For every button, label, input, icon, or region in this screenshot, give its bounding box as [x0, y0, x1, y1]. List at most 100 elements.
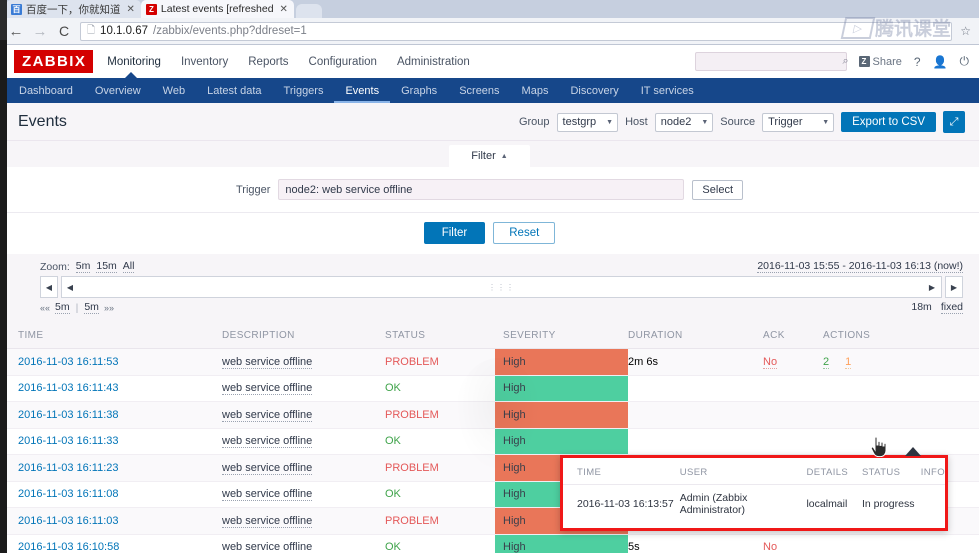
nav-administration[interactable]: Administration — [397, 47, 470, 77]
subnav-screens[interactable]: Screens — [448, 78, 510, 103]
scroll-right-button[interactable]: ▶ — [945, 276, 963, 298]
action-count-link[interactable]: 2 — [823, 355, 830, 369]
event-time-link[interactable]: 2016-11-03 16:11:53 — [18, 356, 119, 368]
event-time-link[interactable]: 2016-11-03 16:10:58 — [18, 541, 119, 553]
subnav-events[interactable]: Events — [334, 78, 390, 103]
new-tab-button[interactable] — [295, 4, 322, 18]
column-header-ack[interactable]: ACK — [763, 322, 823, 349]
search-icon[interactable]: ⌕ — [843, 55, 849, 68]
fullscreen-icon[interactable]: ⤢ — [943, 111, 965, 133]
subnav-it-services[interactable]: IT services — [630, 78, 705, 103]
help-icon[interactable]: ? — [914, 55, 921, 69]
zabbix-logo[interactable]: ZABBIX — [14, 50, 94, 73]
cell-time: 2016-11-03 16:11:53 — [0, 348, 222, 376]
subnav-web[interactable]: Web — [152, 78, 196, 103]
step-forward-arrows[interactable]: »» — [104, 303, 114, 313]
event-time-link[interactable]: 2016-11-03 16:11:38 — [18, 409, 119, 421]
ack-link[interactable]: No — [763, 541, 778, 553]
power-icon[interactable]: ⏻ — [960, 54, 970, 69]
subnav-dashboard[interactable]: Dashboard — [8, 78, 84, 103]
select-trigger-button[interactable]: Select — [692, 179, 743, 200]
scroll-left-button[interactable]: ◀ — [40, 276, 58, 298]
subnav-latest-data[interactable]: Latest data — [196, 78, 272, 103]
tab-close-icon[interactable]: ✕ — [280, 4, 288, 15]
browser-tab-zabbix[interactable]: Z Latest events [refreshed ✕ — [140, 0, 294, 18]
popup-column-details: DETAILS — [806, 460, 862, 485]
subnav-triggers[interactable]: Triggers — [273, 78, 335, 103]
nav-inventory[interactable]: Inventory — [181, 47, 228, 77]
column-header-actions[interactable]: ACTIONS — [823, 322, 979, 349]
tab-close-icon[interactable]: ✕ — [127, 4, 135, 15]
column-header-time[interactable]: TIME — [0, 322, 222, 349]
share-button[interactable]: Z Share — [858, 56, 902, 68]
page-info-icon[interactable]: 🗋 — [87, 23, 95, 40]
severity-badge: High — [495, 402, 628, 428]
export-to-csv-button[interactable]: Export to CSV — [841, 112, 936, 132]
cell-time: 2016-11-03 16:11:23 — [0, 454, 222, 482]
column-header-duration[interactable]: DURATION — [628, 322, 763, 349]
zoom-5m-link[interactable]: 5m — [75, 260, 91, 273]
cell-duration — [628, 375, 763, 402]
action-popup-header-row: TIME USER DETAILS STATUS INFO — [563, 460, 945, 485]
slider-grip-icon[interactable]: ⋮⋮⋮ — [488, 283, 515, 292]
filter-reset-button[interactable]: Reset — [493, 222, 556, 244]
bookmark-star-icon[interactable]: ☆ — [960, 24, 971, 38]
filter-tab[interactable]: Filter ▲ — [449, 145, 530, 167]
subnav-graphs[interactable]: Graphs — [390, 78, 448, 103]
zoom-15m-link[interactable]: 15m — [96, 260, 117, 273]
event-description-link[interactable]: web service offline — [222, 514, 313, 528]
time-scrollbar[interactable]: ◀ ◀ ⋮⋮⋮ ▶ ▶ — [40, 276, 963, 298]
ack-link[interactable]: No — [763, 355, 778, 369]
subnav-discovery[interactable]: Discovery — [559, 78, 629, 103]
back-icon[interactable]: ← — [8, 24, 24, 39]
user-icon[interactable]: 👤 — [933, 55, 948, 69]
event-description-link[interactable]: web service offline — [222, 435, 313, 449]
event-time-link[interactable]: 2016-11-03 16:11:23 — [18, 462, 119, 474]
group-select[interactable]: testgrp ▼ — [556, 112, 619, 132]
action-count-link[interactable]: 1 — [845, 355, 852, 369]
time-range-text[interactable]: 2016-11-03 15:55 - 2016-11-03 16:13 (now… — [757, 260, 963, 273]
column-header-severity[interactable]: SEVERITY — [495, 322, 628, 349]
cell-severity: High — [495, 375, 628, 402]
source-select[interactable]: Trigger ▼ — [762, 112, 835, 132]
search-input[interactable] — [700, 55, 843, 68]
event-time-link[interactable]: 2016-11-03 16:11:43 — [18, 382, 119, 394]
nav-configuration[interactable]: Configuration — [309, 47, 377, 77]
event-description-link[interactable]: web service offline — [222, 408, 313, 422]
event-description-link[interactable]: web service offline — [222, 382, 313, 396]
column-header-status[interactable]: STATUS — [385, 322, 495, 349]
event-description-link[interactable]: web service offline — [222, 355, 313, 369]
forward-icon[interactable]: → — [32, 24, 48, 39]
step-back-5m[interactable]: 5m — [55, 301, 70, 314]
address-bar[interactable]: 🗋 10.1.0.67/zabbix/events.php?ddreset=1 — [80, 21, 953, 41]
event-description-link[interactable]: web service offline — [222, 541, 313, 553]
slider-right-handle[interactable]: ▶ — [927, 280, 937, 294]
event-description-link[interactable]: web service offline — [222, 461, 313, 475]
reload-icon[interactable]: C — [56, 24, 72, 38]
event-time-link[interactable]: 2016-11-03 16:11:33 — [18, 435, 119, 447]
event-time-link[interactable]: 2016-11-03 16:11:08 — [18, 488, 119, 500]
fixed-toggle-link[interactable]: fixed — [940, 301, 963, 314]
popup-column-time: TIME — [563, 460, 680, 485]
zoom-all-link[interactable]: All — [122, 260, 135, 273]
table-row: 2016-11-03 16:10:58 web service offline OK… — [0, 534, 979, 553]
severity-badge: High — [495, 349, 628, 375]
nav-reports[interactable]: Reports — [248, 47, 288, 77]
subnav-overview[interactable]: Overview — [84, 78, 152, 103]
event-time-link[interactable]: 2016-11-03 16:11:03 — [18, 515, 119, 527]
browser-tab-baidu[interactable]: 百 百度一下，你就知道 ✕ — [6, 0, 141, 18]
cell-duration: 2m 6s — [628, 348, 763, 376]
trigger-input[interactable]: node2: web service offline — [278, 179, 685, 200]
step-forward-5m[interactable]: 5m — [84, 301, 99, 314]
slider-left-handle[interactable]: ◀ — [65, 280, 75, 294]
header-right-tools: ⌕ Z Share ? 👤 ⏻ — [694, 52, 970, 71]
cell-time: 2016-11-03 16:11:08 — [0, 481, 222, 508]
global-search-box[interactable]: ⌕ — [694, 52, 849, 71]
filter-apply-button[interactable]: Filter — [423, 222, 486, 244]
host-select[interactable]: node2 ▼ — [654, 112, 714, 132]
column-header-description[interactable]: DESCRIPTION — [222, 322, 385, 349]
time-slider-track[interactable]: ◀ ⋮⋮⋮ ▶ — [61, 276, 942, 298]
event-description-link[interactable]: web service offline — [222, 488, 313, 502]
step-back-arrows[interactable]: «« — [40, 303, 50, 313]
subnav-maps[interactable]: Maps — [511, 78, 560, 103]
